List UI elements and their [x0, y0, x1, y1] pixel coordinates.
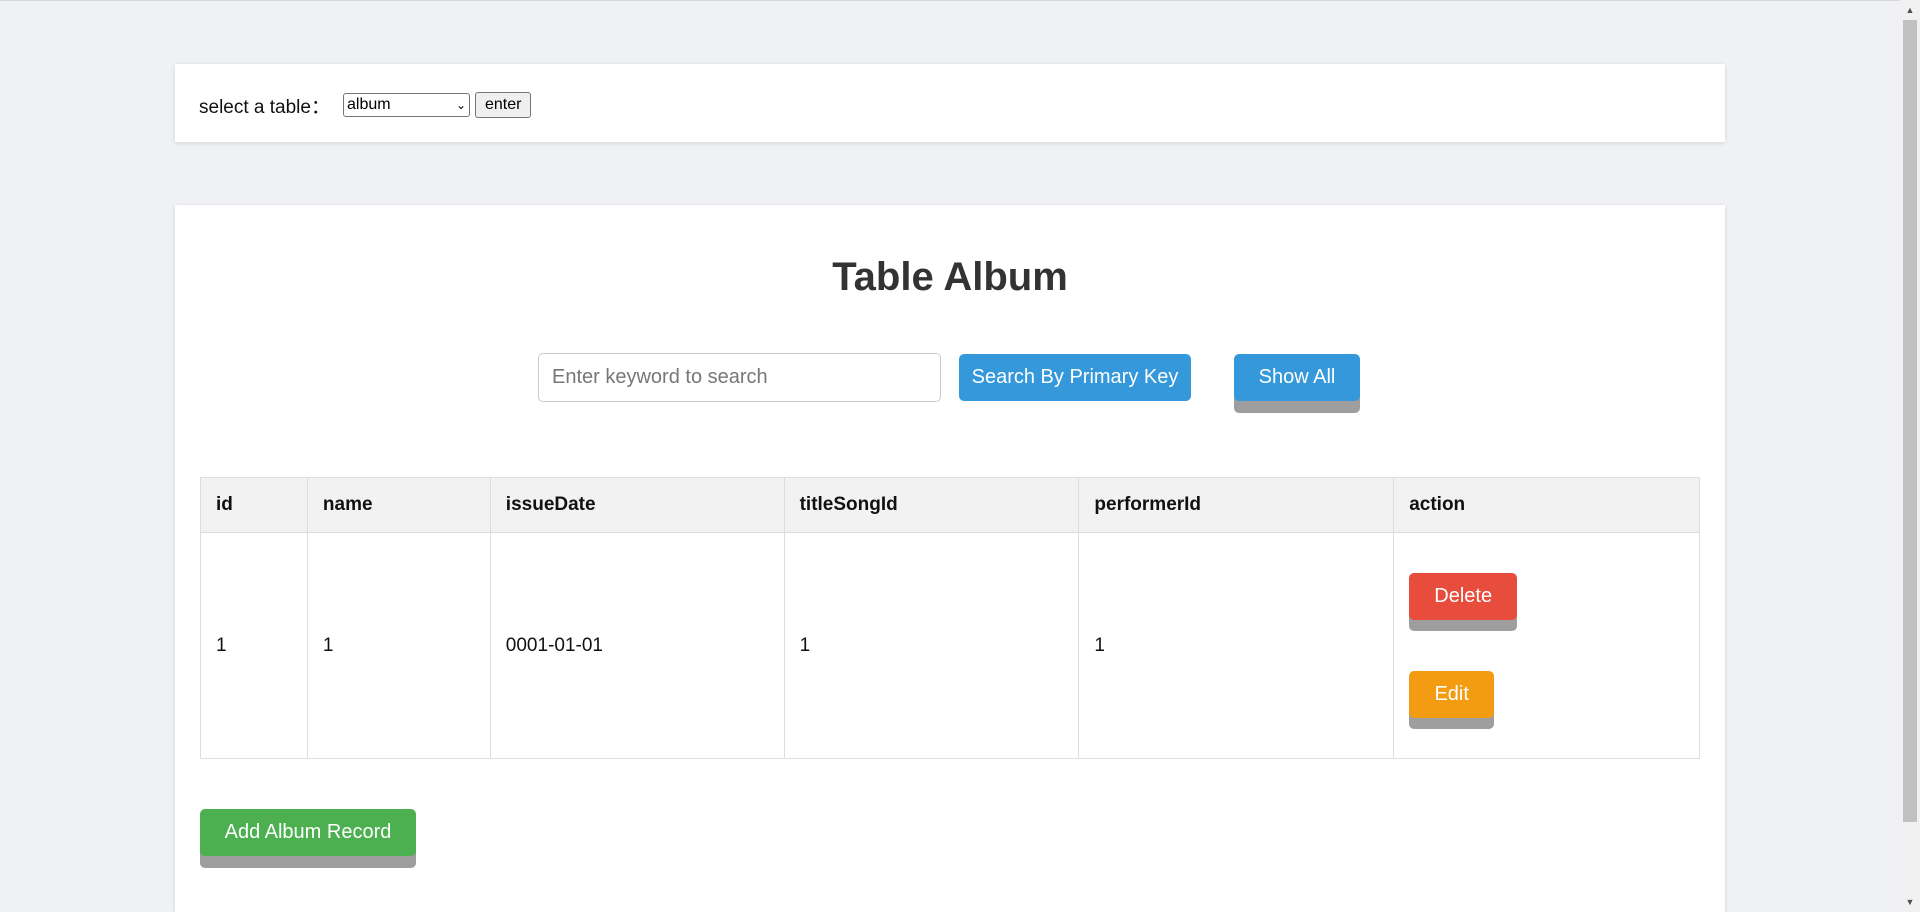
edit-button[interactable]: Edit — [1409, 671, 1495, 718]
add-album-record-button[interactable]: Add Album Record — [200, 809, 416, 856]
cell-id: 1 — [200, 532, 308, 759]
album-table: id name issueDate titleSongId performerI… — [200, 477, 1700, 759]
table-selector-card: select a table： album ⌄ enter — [175, 64, 1725, 142]
table-select[interactable]: album ⌄ — [343, 93, 470, 117]
cell-issue-date: 0001-01-01 — [489, 532, 785, 759]
column-header-issue-date: issueDate — [489, 477, 785, 533]
scroll-up-arrow-icon[interactable]: ▲ — [1900, 2, 1920, 18]
top-border — [0, 0, 1900, 1]
cell-performer-id: 1 — [1078, 532, 1395, 759]
column-header-name: name — [306, 477, 491, 533]
table-row: 1 1 0001-01-01 1 1 Delete Edit — [200, 532, 1700, 759]
select-table-label: select a table： — [199, 97, 330, 118]
cell-name: 1 — [306, 532, 491, 759]
table-header-row: id name issueDate titleSongId performerI… — [200, 477, 1700, 533]
column-header-action: action — [1393, 477, 1700, 533]
scrollbar-thumb[interactable] — [1903, 20, 1917, 822]
table-select-value: album — [347, 96, 391, 113]
table-card: Table Album Enter keyword to search Sear… — [175, 205, 1725, 912]
search-input[interactable]: Enter keyword to search — [538, 353, 941, 402]
delete-button[interactable]: Delete — [1409, 573, 1518, 620]
chevron-down-icon: ⌄ — [455, 98, 466, 112]
vertical-scrollbar[interactable]: ▲ ▼ — [1900, 0, 1920, 912]
column-header-id: id — [200, 477, 308, 533]
column-header-performer-id: performerId — [1078, 477, 1395, 533]
page: select a table： album ⌄ enter Table Albu… — [0, 0, 1920, 912]
search-by-primary-key-button[interactable]: Search By Primary Key — [959, 354, 1191, 401]
scroll-down-arrow-icon[interactable]: ▼ — [1900, 894, 1920, 910]
cell-title-song-id: 1 — [783, 532, 1080, 759]
cell-action: Delete Edit — [1393, 532, 1700, 759]
enter-button[interactable]: enter — [475, 92, 532, 118]
show-all-button[interactable]: Show All — [1234, 354, 1360, 401]
column-header-title-song-id: titleSongId — [783, 477, 1080, 533]
page-title: Table Album — [832, 255, 1068, 299]
